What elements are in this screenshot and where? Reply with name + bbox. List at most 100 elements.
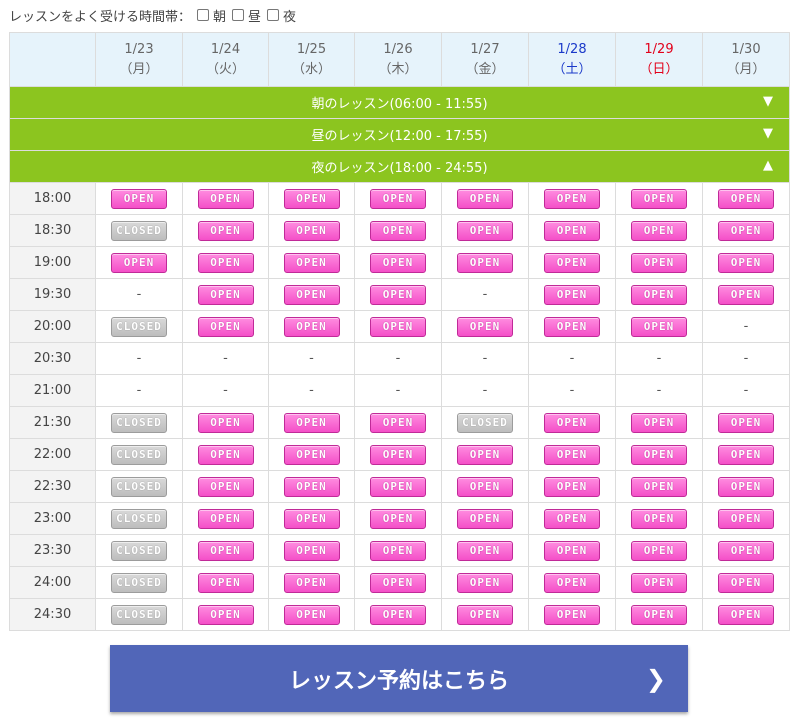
- lesson-band-row[interactable]: 夜のレッスン(18:00 - 24:55) ▲: [9, 150, 790, 183]
- lesson-booking-button[interactable]: レッスン予約はこちら ❯: [110, 645, 688, 712]
- open-slot-button[interactable]: OPEN: [718, 476, 774, 497]
- open-slot-button[interactable]: OPEN: [718, 540, 774, 561]
- filter-morning-checkbox[interactable]: 朝: [197, 6, 226, 25]
- open-slot-button[interactable]: OPEN: [370, 284, 426, 305]
- expand-arrow-icon[interactable]: ▼: [763, 94, 773, 109]
- open-slot-button[interactable]: OPEN: [457, 252, 513, 273]
- open-slot-button[interactable]: OPEN: [197, 412, 254, 433]
- open-slot-button[interactable]: OPEN: [283, 412, 340, 433]
- open-slot-button[interactable]: OPEN: [631, 188, 687, 209]
- open-slot-button[interactable]: OPEN: [631, 572, 687, 593]
- open-slot-button[interactable]: OPEN: [718, 604, 774, 625]
- open-slot-button[interactable]: OPEN: [197, 540, 254, 561]
- open-slot-button[interactable]: OPEN: [631, 604, 687, 625]
- open-slot-button[interactable]: OPEN: [544, 508, 600, 529]
- open-slot-button[interactable]: OPEN: [457, 476, 513, 497]
- open-slot-button[interactable]: OPEN: [283, 284, 340, 305]
- open-slot-button[interactable]: OPEN: [197, 508, 254, 529]
- open-slot-button[interactable]: OPEN: [111, 252, 167, 273]
- checkbox-icon[interactable]: [232, 9, 245, 21]
- open-slot-button[interactable]: OPEN: [370, 188, 426, 209]
- open-slot-button[interactable]: OPEN: [544, 604, 600, 625]
- open-slot-button[interactable]: OPEN: [283, 604, 340, 625]
- open-slot-button[interactable]: OPEN: [631, 540, 687, 561]
- open-slot-button[interactable]: OPEN: [544, 316, 600, 337]
- open-slot-button[interactable]: OPEN: [370, 412, 426, 433]
- open-slot-button[interactable]: OPEN: [457, 444, 513, 465]
- open-slot-button[interactable]: OPEN: [544, 252, 600, 273]
- open-slot-button[interactable]: OPEN: [197, 188, 254, 209]
- open-slot-button[interactable]: OPEN: [283, 188, 340, 209]
- open-slot-button[interactable]: OPEN: [197, 444, 254, 465]
- open-slot-button[interactable]: OPEN: [370, 476, 426, 497]
- lesson-band-toggle-2[interactable]: 夜のレッスン(18:00 - 24:55) ▲: [9, 150, 790, 183]
- open-slot-button[interactable]: OPEN: [718, 508, 774, 529]
- open-slot-button[interactable]: OPEN: [370, 252, 426, 273]
- open-slot-button[interactable]: OPEN: [544, 188, 600, 209]
- open-slot-button[interactable]: OPEN: [631, 476, 687, 497]
- open-slot-button[interactable]: OPEN: [197, 220, 254, 241]
- open-slot-button[interactable]: OPEN: [631, 444, 687, 465]
- open-slot-button[interactable]: OPEN: [544, 476, 600, 497]
- lesson-band-row[interactable]: 昼のレッスン(12:00 - 17:55) ▼: [9, 118, 790, 151]
- open-slot-button[interactable]: OPEN: [631, 316, 687, 337]
- open-slot-button[interactable]: OPEN: [197, 476, 254, 497]
- open-slot-button[interactable]: OPEN: [197, 604, 254, 625]
- open-slot-button[interactable]: OPEN: [197, 316, 254, 337]
- open-slot-button[interactable]: OPEN: [283, 540, 340, 561]
- open-slot-button[interactable]: OPEN: [283, 444, 340, 465]
- open-slot-button[interactable]: OPEN: [457, 316, 513, 337]
- lesson-band-toggle-0[interactable]: 朝のレッスン(06:00 - 11:55) ▼: [9, 86, 790, 119]
- open-slot-button[interactable]: OPEN: [544, 540, 600, 561]
- open-slot-button[interactable]: OPEN: [197, 572, 254, 593]
- open-slot-button[interactable]: OPEN: [718, 220, 774, 241]
- open-slot-button[interactable]: OPEN: [631, 508, 687, 529]
- open-slot-button[interactable]: OPEN: [283, 252, 340, 273]
- open-slot-button[interactable]: OPEN: [544, 444, 600, 465]
- filter-afternoon-checkbox[interactable]: 昼: [232, 6, 261, 25]
- expand-arrow-icon[interactable]: ▼: [763, 126, 773, 141]
- open-slot-button[interactable]: OPEN: [631, 252, 687, 273]
- open-slot-button[interactable]: OPEN: [283, 220, 340, 241]
- checkbox-icon[interactable]: [267, 9, 280, 21]
- filter-night-checkbox[interactable]: 夜: [267, 6, 296, 25]
- open-slot-button[interactable]: OPEN: [370, 604, 426, 625]
- lesson-band-toggle-1[interactable]: 昼のレッスン(12:00 - 17:55) ▼: [9, 118, 790, 151]
- open-slot-button[interactable]: OPEN: [283, 476, 340, 497]
- open-slot-button[interactable]: OPEN: [631, 220, 687, 241]
- open-slot-button[interactable]: OPEN: [457, 220, 513, 241]
- open-slot-button[interactable]: OPEN: [370, 316, 426, 337]
- open-slot-button[interactable]: OPEN: [370, 540, 426, 561]
- open-slot-button[interactable]: OPEN: [457, 188, 513, 209]
- lesson-band-row[interactable]: 朝のレッスン(06:00 - 11:55) ▼: [9, 86, 790, 119]
- open-slot-button[interactable]: OPEN: [544, 220, 600, 241]
- open-slot-button[interactable]: OPEN: [718, 252, 774, 273]
- open-slot-button[interactable]: OPEN: [457, 572, 513, 593]
- open-slot-button[interactable]: OPEN: [544, 412, 600, 433]
- slot-time-label: 22:00: [9, 438, 96, 471]
- open-slot-button[interactable]: OPEN: [718, 412, 774, 433]
- open-slot-button[interactable]: OPEN: [283, 316, 340, 337]
- open-slot-button[interactable]: OPEN: [283, 508, 340, 529]
- open-slot-button[interactable]: OPEN: [370, 508, 426, 529]
- open-slot-button[interactable]: OPEN: [631, 284, 687, 305]
- open-slot-button[interactable]: OPEN: [197, 252, 254, 273]
- open-slot-button[interactable]: OPEN: [718, 188, 774, 209]
- open-slot-button[interactable]: OPEN: [370, 572, 426, 593]
- open-slot-button[interactable]: OPEN: [283, 572, 340, 593]
- open-slot-button[interactable]: OPEN: [457, 508, 513, 529]
- open-slot-button[interactable]: OPEN: [197, 284, 254, 305]
- open-slot-button[interactable]: OPEN: [457, 604, 513, 625]
- open-slot-button[interactable]: OPEN: [111, 188, 167, 209]
- open-slot-button[interactable]: OPEN: [370, 220, 426, 241]
- open-slot-button[interactable]: OPEN: [631, 412, 687, 433]
- open-slot-button[interactable]: OPEN: [370, 444, 426, 465]
- open-slot-button[interactable]: OPEN: [544, 284, 600, 305]
- open-slot-button[interactable]: OPEN: [544, 572, 600, 593]
- open-slot-button[interactable]: OPEN: [718, 444, 774, 465]
- collapse-arrow-icon[interactable]: ▲: [763, 158, 773, 173]
- checkbox-icon[interactable]: [197, 9, 210, 21]
- open-slot-button[interactable]: OPEN: [457, 540, 513, 561]
- open-slot-button[interactable]: OPEN: [718, 284, 774, 305]
- open-slot-button[interactable]: OPEN: [718, 572, 774, 593]
